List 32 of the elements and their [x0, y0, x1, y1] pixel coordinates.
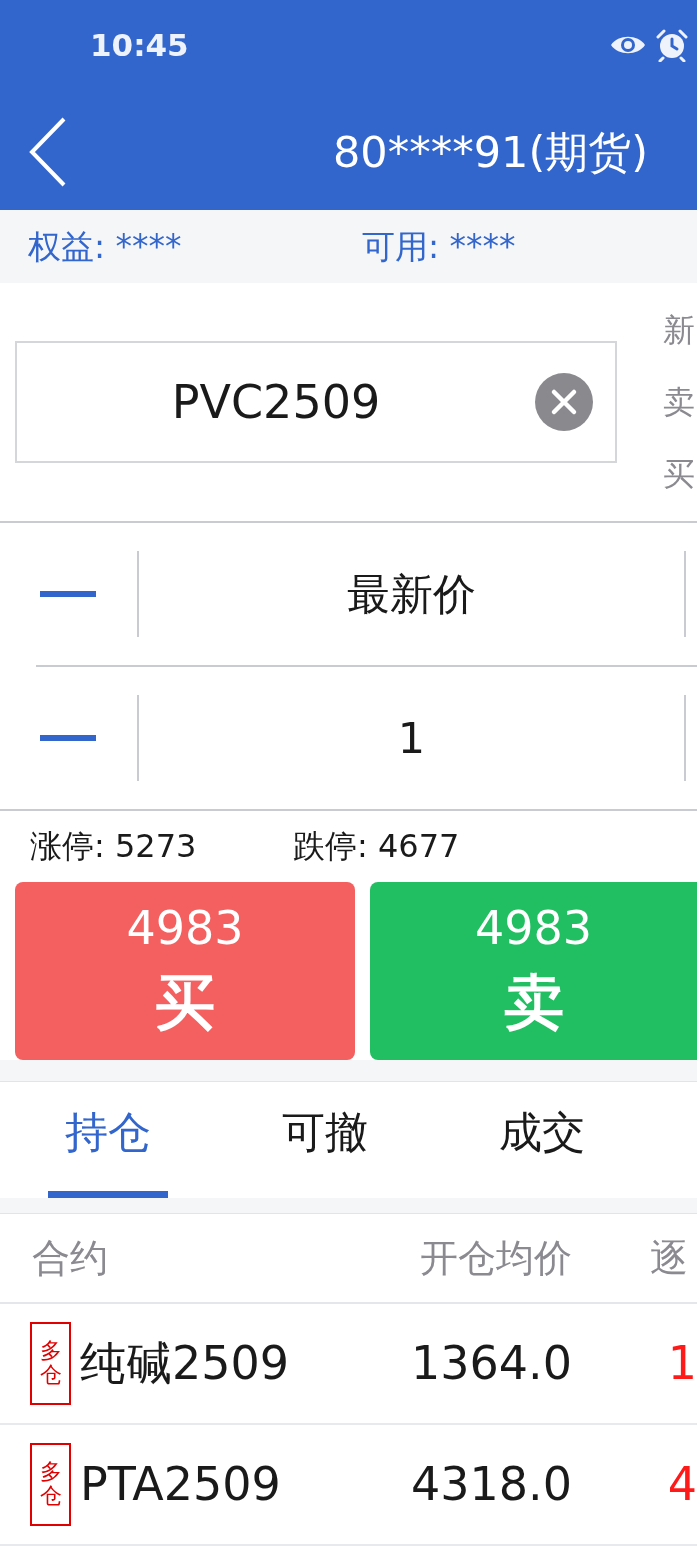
back-chevron-icon: [29, 117, 67, 188]
tab[interactable]: 成交: [482, 1081, 602, 1198]
column-header: 逐: [650, 1234, 689, 1282]
clear-icon: [535, 372, 593, 431]
back-button[interactable]: [28, 117, 68, 188]
position-tag: 多仓: [30, 1321, 71, 1405]
column-header: 开仓均价: [419, 1234, 572, 1282]
column-header: 合约: [32, 1234, 109, 1282]
table-cell-text: 纯碱2509: [80, 1335, 291, 1392]
table-cell-text: 4: [666, 1456, 697, 1513]
tab[interactable]: 可撤: [265, 1081, 385, 1198]
price-limit: 跌停: 4677: [293, 826, 461, 867]
position-tag: 多仓: [30, 1442, 71, 1526]
minus-icon: [40, 734, 96, 741]
account-title: 80****91(期货): [333, 126, 648, 179]
table-cell-text: 4318.0: [410, 1456, 572, 1513]
table-cell-text: 1364.0: [410, 1335, 572, 1392]
quote-label: 新: [663, 309, 695, 351]
table-cell-text: 1: [666, 1335, 697, 1392]
price-limit: 涨停: 5273: [30, 826, 198, 867]
table-cell-text: PTA2509: [80, 1456, 282, 1513]
status-time: 10:45: [90, 27, 189, 64]
minus-icon: [40, 590, 96, 597]
quote-label: 买: [663, 453, 695, 495]
quantity-field[interactable]: 1: [139, 711, 684, 764]
contract-input[interactable]: PVC2509: [15, 340, 617, 463]
account-summary: 权益: ****: [28, 226, 183, 267]
clear-button[interactable]: [535, 372, 593, 431]
account-summary: 可用: ****: [362, 226, 517, 267]
alarm-clock-icon: [655, 28, 689, 63]
price-field[interactable]: 最新价: [139, 567, 684, 620]
quote-label: 卖: [663, 381, 695, 423]
